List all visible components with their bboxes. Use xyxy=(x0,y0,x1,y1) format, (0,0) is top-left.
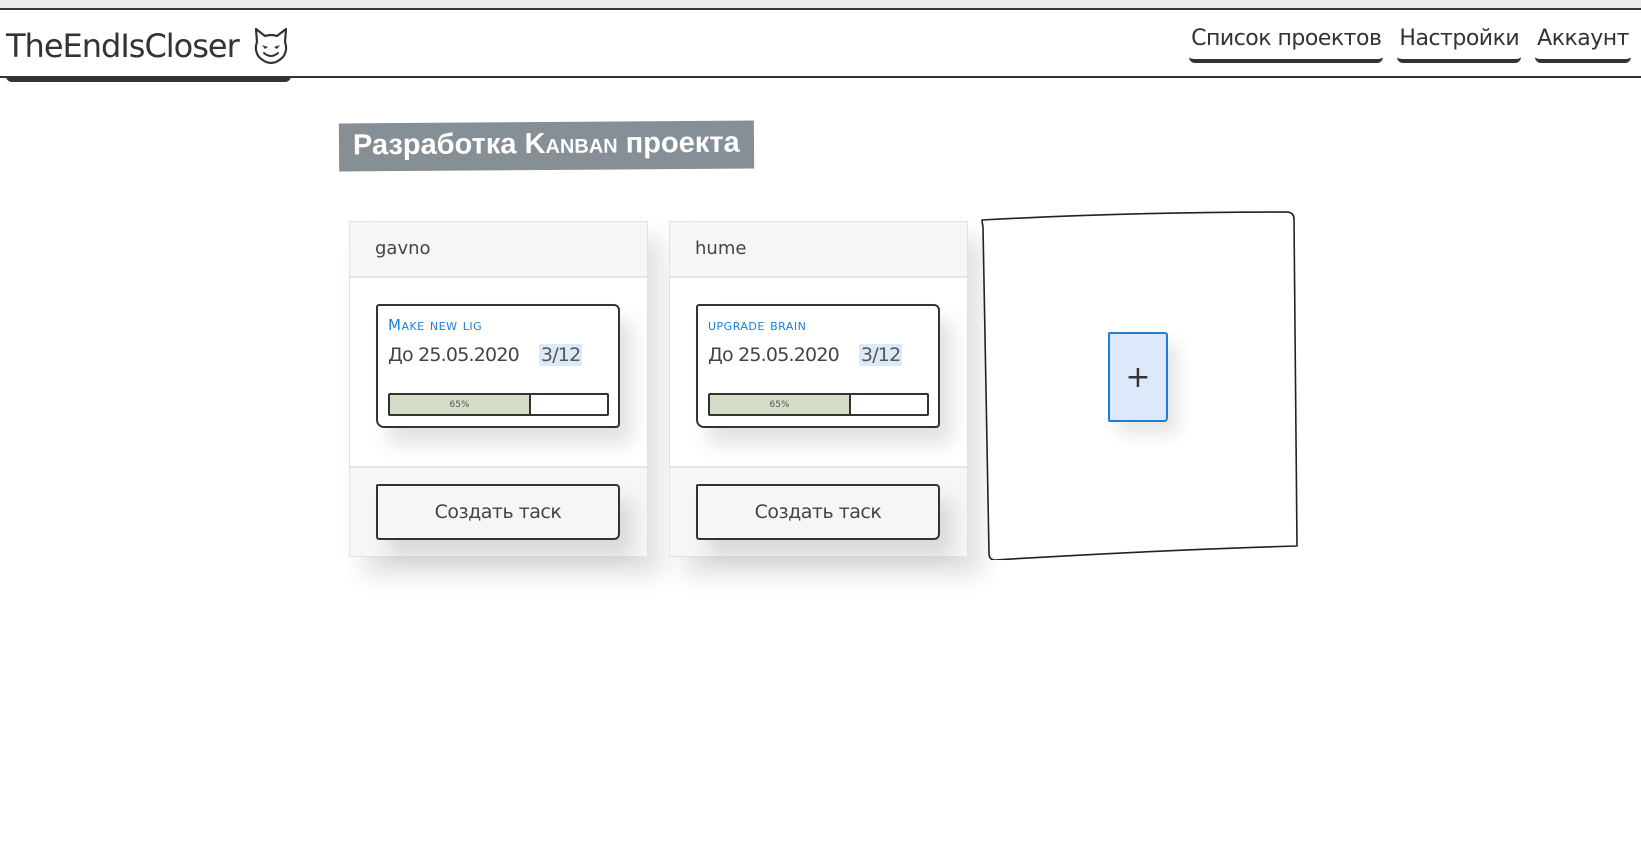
page-title-suffix: проекта xyxy=(617,126,740,160)
page-title: Разработка Kanban проекта xyxy=(338,120,754,172)
task-title: upgrade brain xyxy=(708,316,807,334)
add-column-button[interactable]: + xyxy=(1108,332,1168,422)
column-footer: Создать таск xyxy=(350,468,647,556)
navbar: TheEndIsCloser Список проектов Настройки… xyxy=(0,10,1641,82)
page-title-prefix: Разработка xyxy=(352,128,525,162)
column-footer: Создать таск xyxy=(670,468,967,556)
task-progress-bar: 65% xyxy=(708,393,929,416)
page-title-highlight: Kanban xyxy=(524,127,618,161)
add-column-panel: + xyxy=(979,211,1299,560)
column-body: upgrade brain До 25.05.2020 3/12 65% xyxy=(670,278,967,468)
column-title: hume xyxy=(670,222,967,278)
column-title: gavno xyxy=(350,222,647,278)
brand-logo-link[interactable]: TheEndIsCloser xyxy=(6,20,291,82)
kanban-column: gavno Make new lig До 25.05.2020 3/12 65… xyxy=(349,221,648,557)
task-subtask-count: 3/12 xyxy=(538,344,583,366)
task-subtask-count: 3/12 xyxy=(858,344,903,366)
nav-link-account[interactable]: Аккаунт xyxy=(1535,22,1631,63)
task-meta: До 25.05.2020 3/12 xyxy=(708,344,928,366)
task-card[interactable]: upgrade brain До 25.05.2020 3/12 65% xyxy=(696,304,940,428)
task-progress-bar: 65% xyxy=(388,393,609,416)
task-card[interactable]: Make new lig До 25.05.2020 3/12 65% xyxy=(376,304,620,428)
browser-top-strip xyxy=(0,0,1641,10)
create-task-button[interactable]: Создать таск xyxy=(376,484,620,540)
nav-link-projects[interactable]: Список проектов xyxy=(1189,22,1384,63)
create-task-button[interactable]: Создать таск xyxy=(696,484,940,540)
task-title: Make new lig xyxy=(388,316,483,334)
kanban-column: hume upgrade brain До 25.05.2020 3/12 65… xyxy=(669,221,968,557)
cat-face-icon xyxy=(251,26,291,66)
nav-links: Список проектов Настройки Аккаунт xyxy=(1189,22,1631,63)
brand-name: TheEndIsCloser xyxy=(6,27,240,65)
task-progress-fill: 65% xyxy=(390,395,532,414)
task-due-date: До 25.05.2020 xyxy=(388,344,520,366)
task-progress-fill: 65% xyxy=(710,395,852,414)
nav-link-settings[interactable]: Настройки xyxy=(1397,22,1522,63)
task-due-date: До 25.05.2020 xyxy=(708,344,840,366)
column-body: Make new lig До 25.05.2020 3/12 65% xyxy=(350,278,647,468)
task-meta: До 25.05.2020 3/12 xyxy=(388,344,608,366)
